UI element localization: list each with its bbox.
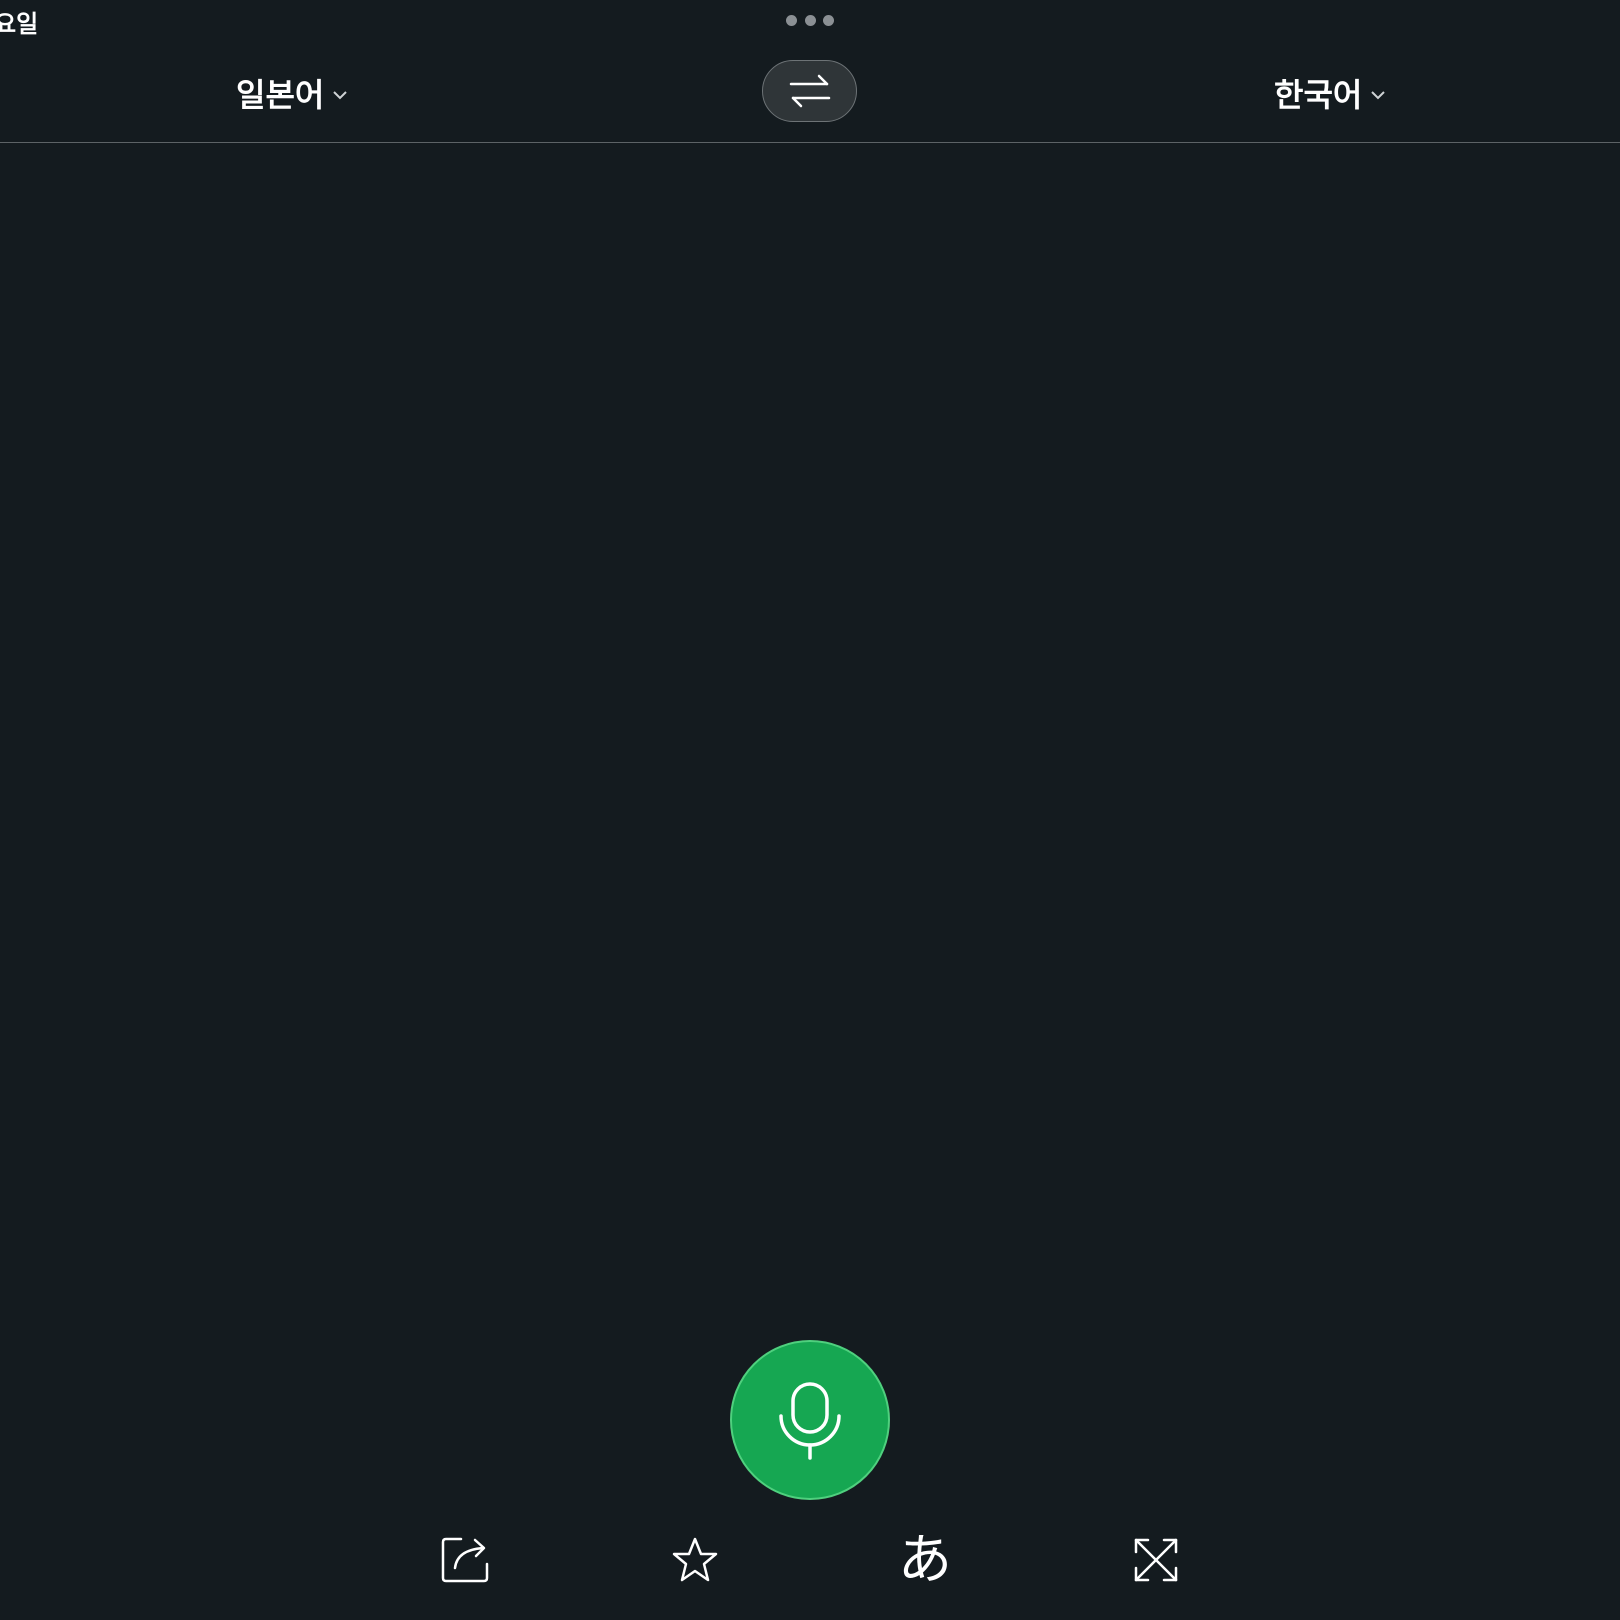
more-options-icon[interactable] xyxy=(786,12,834,28)
target-language-label: 한국어 xyxy=(1274,76,1363,114)
source-language-label: 일본어 xyxy=(236,76,325,114)
script-toggle-button[interactable]: あ xyxy=(895,1530,955,1590)
microphone-icon xyxy=(779,1382,841,1460)
status-date-text: 요일 xyxy=(0,10,39,38)
expand-icon xyxy=(1134,1538,1178,1582)
fullscreen-button[interactable] xyxy=(1126,1530,1186,1590)
swap-languages-button[interactable] xyxy=(762,60,857,122)
star-icon xyxy=(672,1537,718,1582)
language-bar: 일본어 한국어 xyxy=(0,50,1620,143)
translator-screen: 요일 일본어 한국어 あ xyxy=(0,0,1620,1620)
microphone-button[interactable] xyxy=(730,1340,890,1500)
target-language-selector[interactable]: 한국어 xyxy=(1274,70,1386,116)
chevron-down-icon xyxy=(1371,91,1386,100)
translation-content-area xyxy=(0,143,1620,1323)
hiragana-glyph: あ xyxy=(898,1528,952,1591)
more-dot xyxy=(786,14,797,26)
swap-arrows-icon xyxy=(789,74,830,108)
share-icon xyxy=(441,1537,489,1583)
share-button[interactable] xyxy=(435,1530,495,1590)
more-dot xyxy=(804,14,816,26)
more-dot xyxy=(823,14,834,26)
favorite-button[interactable] xyxy=(665,1530,725,1590)
source-language-selector[interactable]: 일본어 xyxy=(236,70,348,116)
chevron-down-icon xyxy=(333,91,348,100)
